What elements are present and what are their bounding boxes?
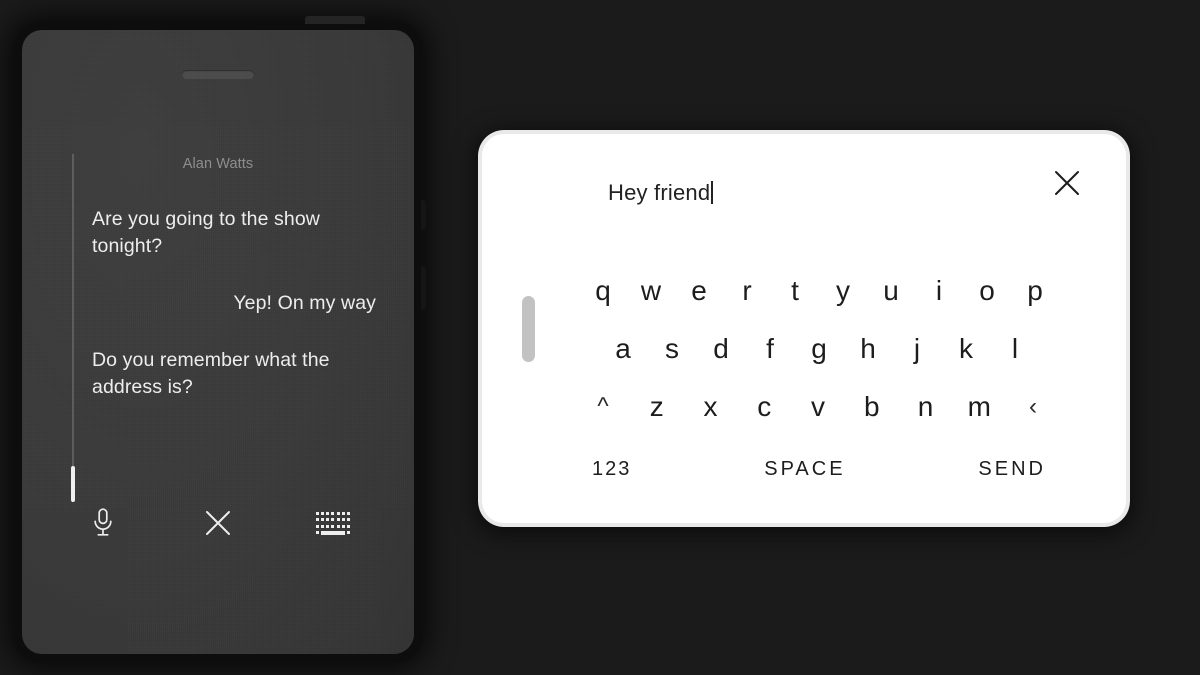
microphone-icon: [92, 508, 114, 538]
white-phone-device: Hey friend q w e r t y u i o p a s d f g…: [478, 130, 1130, 527]
message-bubble-incoming: Do you remember what the address is?: [92, 348, 330, 398]
keyboard-action-row: 123 SPACE SEND: [590, 442, 1048, 496]
key-x[interactable]: x: [698, 393, 724, 421]
close-icon: [204, 509, 232, 537]
dark-phone-screen: Alan Watts Are you going to the show ton…: [22, 30, 414, 654]
key-t[interactable]: t: [782, 277, 808, 305]
key-q[interactable]: q: [590, 277, 616, 305]
close-icon: [1052, 171, 1082, 202]
key-f[interactable]: f: [757, 335, 783, 363]
key-k[interactable]: k: [953, 335, 979, 363]
key-o[interactable]: o: [974, 277, 1000, 305]
keyboard-row-1: q w e r t y u i o p: [590, 262, 1048, 320]
key-j[interactable]: j: [904, 335, 930, 363]
message-list: Are you going to the show tonight? Yep! …: [92, 206, 376, 514]
key-a[interactable]: a: [610, 335, 636, 363]
keyboard-icon: [316, 511, 350, 535]
dark-phone-toolbar: [80, 500, 356, 546]
power-button[interactable]: [305, 16, 365, 24]
key-m[interactable]: m: [966, 393, 992, 421]
key-n[interactable]: n: [913, 393, 939, 421]
message-scrollbar-thumb[interactable]: [71, 466, 75, 502]
close-button[interactable]: [195, 500, 241, 546]
key-h[interactable]: h: [855, 335, 881, 363]
key-s[interactable]: s: [659, 335, 685, 363]
compose-input-value: Hey friend: [608, 180, 711, 205]
send-key[interactable]: SEND: [978, 458, 1046, 481]
volume-down-button[interactable]: [421, 266, 426, 310]
dark-phone-device: Alan Watts Are you going to the show ton…: [14, 16, 426, 662]
backspace-key[interactable]: ‹: [1020, 395, 1046, 419]
compose-input[interactable]: Hey friend: [608, 180, 713, 206]
key-e[interactable]: e: [686, 277, 712, 305]
volume-up-button[interactable]: [421, 200, 426, 230]
key-u[interactable]: u: [878, 277, 904, 305]
key-v[interactable]: v: [805, 393, 831, 421]
scroll-indicator[interactable]: [522, 296, 535, 362]
key-l[interactable]: l: [1002, 335, 1028, 363]
key-i[interactable]: i: [926, 277, 952, 305]
keyboard-button[interactable]: [310, 500, 356, 546]
key-r[interactable]: r: [734, 277, 760, 305]
key-w[interactable]: w: [638, 277, 664, 305]
key-g[interactable]: g: [806, 335, 832, 363]
text-caret: [711, 181, 713, 204]
key-p[interactable]: p: [1022, 277, 1048, 305]
on-screen-keyboard: q w e r t y u i o p a s d f g h j k l ^ …: [590, 262, 1048, 496]
key-d[interactable]: d: [708, 335, 734, 363]
key-b[interactable]: b: [859, 393, 885, 421]
key-c[interactable]: c: [751, 393, 777, 421]
keyboard-row-3: ^ z x c v b n m ‹: [590, 378, 1048, 436]
microphone-button[interactable]: [80, 500, 126, 546]
key-y[interactable]: y: [830, 277, 856, 305]
shift-key[interactable]: ^: [590, 395, 616, 419]
space-key[interactable]: SPACE: [764, 458, 845, 481]
message-bubble-incoming: Are you going to the show tonight?: [92, 208, 320, 257]
compose-row: Hey friend: [608, 171, 1082, 206]
screenshot-scene: Alan Watts Are you going to the show ton…: [0, 0, 1200, 675]
message-bubble-outgoing: Yep! On my way: [233, 291, 376, 314]
earpiece-speaker: [182, 70, 254, 79]
message-scrollbar[interactable]: [71, 154, 75, 502]
white-phone-screen: Hey friend q w e r t y u i o p a s d f g…: [482, 134, 1126, 523]
key-z[interactable]: z: [644, 393, 670, 421]
close-compose-button[interactable]: [1052, 168, 1082, 203]
numeric-mode-key[interactable]: 123: [592, 458, 631, 481]
conversation-contact-name: Alan Watts: [182, 156, 254, 172]
keyboard-row-2: a s d f g h j k l: [590, 320, 1048, 378]
